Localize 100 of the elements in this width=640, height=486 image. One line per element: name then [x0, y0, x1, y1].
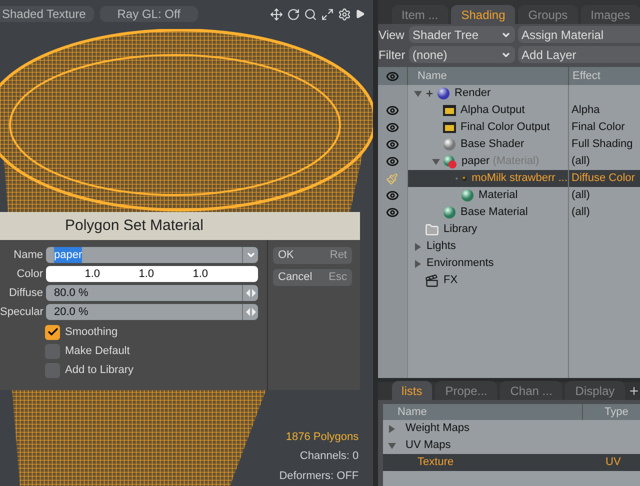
- dropdown-caret-icon[interactable]: [246, 250, 256, 260]
- effect-label: (all): [570, 205, 590, 220]
- settings-icon[interactable]: [338, 8, 351, 20]
- panel-tab[interactable]: Item ...: [392, 5, 448, 24]
- effect-label: (all): [570, 188, 590, 204]
- expanded-triangle-icon[interactable]: [432, 158, 440, 166]
- checkbox[interactable]: [45, 324, 60, 340]
- search-icon[interactable]: [304, 8, 317, 20]
- material-mask-icon: [442, 154, 457, 168]
- sphere-icon: [442, 206, 456, 219]
- tree-label: moMilk strawberr ...: [472, 171, 568, 186]
- list-label: UV Maps: [406, 438, 451, 454]
- column-header[interactable]: Name: [382, 404, 583, 420]
- tree-row[interactable]: Final Color Output Final Color: [378, 119, 640, 136]
- viewport-stat: Deformers: OFF: [279, 468, 359, 484]
- shading-mode-dropdown[interactable]: Shaded Texture: [0, 6, 94, 22]
- list-label: Texture: [418, 455, 455, 470]
- view-dropdown[interactable]: Shader Tree: [408, 26, 515, 43]
- viewport[interactable]: [0, 0, 373, 486]
- effect-label: Full Shading: [570, 137, 633, 152]
- dialog-button[interactable]: OK Ret: [273, 247, 352, 264]
- color-component: 1.0: [84, 266, 100, 282]
- field-value: 80.0 %: [54, 286, 88, 301]
- tree-row[interactable]: Environments: [378, 255, 640, 272]
- sphere-icon: [442, 138, 456, 151]
- tree-label: Render: [454, 86, 491, 102]
- tree-row[interactable]: Base Material (all): [378, 204, 640, 221]
- tree-row[interactable]: Base Shader Full Shading: [378, 136, 640, 153]
- panel-tab[interactable]: Shading: [451, 5, 516, 24]
- expanded-triangle-icon[interactable]: [414, 90, 422, 98]
- rotate-icon[interactable]: [286, 8, 300, 20]
- collapsed-triangle-icon[interactable]: [388, 424, 396, 432]
- list-label: Weight Maps: [406, 421, 470, 436]
- tree-row[interactable]: FX: [378, 272, 640, 289]
- effect-label: Alpha: [570, 103, 600, 118]
- list-row[interactable]: UV Maps: [382, 437, 640, 454]
- panel-tab[interactable]: Groups: [518, 5, 578, 24]
- dialog-title: Polygon Set Material: [65, 216, 204, 236]
- list-row[interactable]: Texture UV: [382, 454, 640, 471]
- name-dropdown[interactable]: paper: [46, 247, 258, 263]
- tree-row[interactable]: Material (all): [378, 187, 640, 204]
- maximize-icon[interactable]: [320, 8, 334, 20]
- field-label: Name: [12, 248, 44, 263]
- panel-tab[interactable]: Images: [580, 5, 640, 24]
- color-field[interactable]: 1.0 1.0 1.0: [46, 266, 258, 282]
- panel-tab[interactable]: Prope...: [435, 381, 498, 400]
- folder-icon: [424, 222, 439, 236]
- percent-field[interactable]: 80.0 %: [46, 285, 258, 301]
- eye-icon[interactable]: [386, 189, 399, 202]
- play-icon[interactable]: [354, 9, 365, 19]
- eye-icon[interactable]: [386, 70, 399, 82]
- action-button[interactable]: Add Layer: [518, 46, 640, 63]
- sphere-icon: [436, 87, 450, 100]
- tree-label: Material: [478, 188, 518, 204]
- column-header[interactable]: Effect: [568, 68, 600, 84]
- color-component: 1.0: [138, 266, 154, 282]
- panel-tab[interactable]: Display: [565, 381, 625, 400]
- move-icon[interactable]: [270, 8, 283, 20]
- name-value: paper: [54, 246, 82, 264]
- row-label: View: [378, 26, 406, 44]
- checkbox[interactable]: [45, 344, 60, 358]
- eye-icon[interactable]: [386, 155, 399, 168]
- plus-icon[interactable]: [424, 89, 434, 98]
- eye-icon[interactable]: [386, 121, 399, 134]
- output-icon: [442, 105, 456, 116]
- tree-label: Library: [444, 222, 478, 238]
- action-button[interactable]: Assign Material: [518, 26, 640, 43]
- tree-row[interactable]: Library: [378, 221, 640, 238]
- ray-gl-toggle[interactable]: Ray GL: Off: [100, 6, 198, 22]
- color-component: 1.0: [192, 266, 208, 282]
- dialog-button[interactable]: Cancel Esc: [273, 269, 352, 286]
- tree-label: Lights: [426, 239, 456, 254]
- list-row[interactable]: Weight Maps: [382, 420, 640, 437]
- eye-icon[interactable]: [386, 138, 399, 151]
- eye-icon[interactable]: [386, 104, 399, 117]
- expanded-triangle-icon[interactable]: [388, 442, 396, 450]
- tree-label: Base Material: [460, 205, 528, 220]
- tree-label: Environments: [426, 256, 494, 272]
- checkbox[interactable]: [45, 362, 60, 378]
- tree-row[interactable]: Alpha Output Alpha: [378, 102, 640, 119]
- checkbox-label: Add to Library: [65, 362, 134, 378]
- effect-label: Diffuse Color: [570, 171, 635, 186]
- tree-label: Final Color Output: [460, 120, 550, 136]
- panel-tab[interactable]: lists: [392, 381, 432, 400]
- percent-field[interactable]: 20.0 %: [46, 304, 258, 320]
- panel-tab[interactable]: Chan ...: [500, 381, 562, 400]
- collapsed-triangle-icon[interactable]: [414, 260, 422, 268]
- eye-icon[interactable]: [386, 206, 399, 219]
- check-icon: [46, 326, 58, 338]
- checkbox-label: Smoothing: [65, 324, 118, 340]
- tree-row[interactable]: moMilk strawberr ... Diffuse Color: [378, 170, 640, 187]
- column-header[interactable]: Type: [582, 404, 628, 420]
- tree-row[interactable]: Lights: [378, 238, 640, 255]
- tree-row[interactable]: Render: [378, 85, 640, 102]
- field-label: Color: [16, 266, 44, 282]
- add-tab-icon[interactable]: [628, 385, 640, 397]
- tree-label: Base Shader: [460, 137, 524, 152]
- collapsed-triangle-icon[interactable]: [414, 242, 422, 250]
- column-header[interactable]: Name: [408, 67, 569, 85]
- filter-dropdown[interactable]: (none): [408, 46, 515, 63]
